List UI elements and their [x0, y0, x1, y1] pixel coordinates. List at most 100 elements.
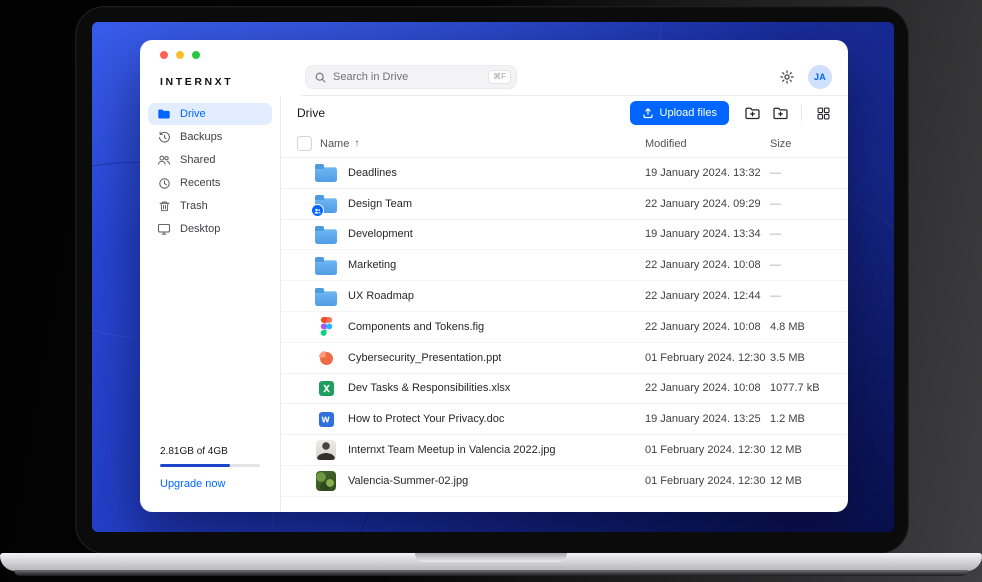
search-input[interactable]: Search in Drive ⌘F [305, 65, 517, 89]
zoom-window-button[interactable] [192, 51, 200, 59]
file-size: — [770, 290, 832, 302]
settings-gear-icon[interactable] [778, 68, 796, 86]
file-size: 3.5 MB [770, 352, 832, 364]
shared-folder-icon [315, 198, 337, 213]
folder-icon [315, 260, 337, 275]
file-size: — [770, 167, 832, 179]
sidebar-nav: Drive Backups Shared Recents Trash Deskt… [140, 102, 280, 241]
sidebar-item-label: Trash [180, 200, 208, 212]
file-name: Design Team [348, 198, 412, 210]
file-name: Components and Tokens.fig [348, 321, 484, 333]
table-row[interactable]: Internxt Team Meetup in Valencia 2022.jp… [281, 435, 848, 466]
file-name: Development [348, 228, 413, 240]
file-name: Internxt Team Meetup in Valencia 2022.jp… [348, 444, 556, 456]
file-modified: 01 February 2024. 12:30 [645, 444, 770, 456]
table-row[interactable]: Cybersecurity_Presentation.ppt 01 Februa… [281, 343, 848, 374]
toolbar-divider [801, 105, 802, 121]
file-modified: 22 January 2024. 09:29 [645, 198, 770, 210]
file-size: 1077.7 kB [770, 382, 832, 394]
table-row[interactable]: Design Team 22 January 2024. 09:29 — [281, 189, 848, 220]
topbar-actions: JA [778, 65, 832, 89]
file-modified: 01 February 2024. 12:30 [645, 352, 770, 364]
storage-usage-label: 2.81GB of 4GB [160, 446, 260, 457]
column-header-name[interactable]: Name ↑ [320, 138, 645, 150]
upload-icon [642, 107, 654, 119]
table-header: Name ↑ Modified Size [281, 130, 848, 158]
traffic-lights [160, 51, 200, 59]
internxt-logo: INTERNXT [160, 76, 233, 88]
upload-files-button[interactable]: Upload files [630, 101, 729, 125]
column-header-modified[interactable]: Modified [645, 138, 770, 150]
table-row[interactable]: Marketing 22 January 2024. 10:08 — [281, 250, 848, 281]
laptop-base-notch [415, 553, 567, 562]
sidebar-item-label: Recents [180, 177, 220, 189]
storage-progress-fill [160, 464, 230, 467]
word-file-icon [318, 411, 335, 428]
storage-progress-bar [160, 464, 260, 467]
figma-file-icon [320, 317, 333, 336]
file-name: Valencia-Summer-02.jpg [348, 475, 468, 487]
search-placeholder: Search in Drive [333, 71, 482, 83]
sidebar-item-recents[interactable]: Recents [148, 172, 272, 194]
folder-icon [315, 291, 337, 306]
sidebar-item-shared[interactable]: Shared [148, 149, 272, 171]
main-panel: Drive Upload files [281, 96, 848, 512]
column-header-size[interactable]: Size [770, 138, 832, 150]
clock-icon [157, 176, 171, 190]
table-row[interactable]: How to Protect Your Privacy.doc 19 Janua… [281, 404, 848, 435]
file-size: 1.2 MB [770, 413, 832, 425]
photo-thumbnail [316, 440, 336, 460]
table-row[interactable]: Components and Tokens.fig 22 January 202… [281, 312, 848, 343]
sidebar-item-label: Shared [180, 154, 215, 166]
people-icon [157, 153, 171, 167]
name-header-label: Name [320, 138, 349, 150]
laptop-lid: INTERNXT Search in Drive ⌘F JA [75, 6, 909, 554]
minimize-window-button[interactable] [176, 51, 184, 59]
sidebar: Drive Backups Shared Recents Trash Deskt… [140, 96, 281, 512]
upload-files-label: Upload files [660, 107, 717, 119]
sidebar-item-desktop[interactable]: Desktop [148, 218, 272, 240]
file-size: — [770, 259, 832, 271]
close-window-button[interactable] [160, 51, 168, 59]
excel-file-icon [318, 380, 335, 397]
grid-view-icon[interactable] [814, 104, 832, 122]
create-folder-icon[interactable] [771, 104, 789, 122]
table-row[interactable]: UX Roadmap 22 January 2024. 12:44 — [281, 281, 848, 312]
select-all-checkbox[interactable] [297, 136, 312, 151]
file-name: Deadlines [348, 167, 397, 179]
topbar-right: Search in Drive ⌘F JA [301, 40, 848, 96]
file-name: Dev Tasks & Responsibilities.xlsx [348, 382, 510, 394]
avatar[interactable]: JA [808, 65, 832, 89]
breadcrumb: Drive [297, 106, 325, 120]
sidebar-item-drive[interactable]: Drive [148, 103, 272, 125]
toolbar-actions: Upload files [630, 101, 832, 125]
app-window: INTERNXT Search in Drive ⌘F JA [140, 40, 848, 512]
window-topbar: INTERNXT Search in Drive ⌘F JA [140, 40, 848, 96]
sidebar-item-label: Desktop [180, 223, 220, 235]
sidebar-item-trash[interactable]: Trash [148, 195, 272, 217]
drive-toolbar: Drive Upload files [281, 96, 848, 130]
sidebar-item-label: Drive [180, 108, 206, 120]
sort-ascending-icon: ↑ [354, 138, 359, 149]
upload-folder-icon[interactable] [743, 104, 761, 122]
table-row[interactable]: Valencia-Summer-02.jpg 01 February 2024.… [281, 466, 848, 497]
folder-icon [157, 107, 171, 121]
storage-section: 2.81GB of 4GB Upgrade now [140, 446, 280, 512]
trash-icon [157, 199, 171, 213]
file-modified: 19 January 2024. 13:34 [645, 228, 770, 240]
sidebar-item-backups[interactable]: Backups [148, 126, 272, 148]
topbar-left: INTERNXT [140, 40, 301, 96]
upgrade-now-link[interactable]: Upgrade now [160, 478, 260, 490]
desktop-wallpaper: INTERNXT Search in Drive ⌘F JA [92, 22, 894, 532]
file-modified: 22 January 2024. 12:44 [645, 290, 770, 302]
powerpoint-file-icon [317, 349, 335, 367]
file-size: 12 MB [770, 444, 832, 456]
table-row[interactable]: Dev Tasks & Responsibilities.xlsx 22 Jan… [281, 374, 848, 405]
photo-thumbnail [316, 471, 336, 491]
file-list: Deadlines 19 January 2024. 13:32 — Desig… [281, 158, 848, 512]
table-row[interactable]: Deadlines 19 January 2024. 13:32 — [281, 158, 848, 189]
table-row[interactable]: Development 19 January 2024. 13:34 — [281, 220, 848, 251]
file-size: 12 MB [770, 475, 832, 487]
file-name: Marketing [348, 259, 396, 271]
file-size: — [770, 228, 832, 240]
